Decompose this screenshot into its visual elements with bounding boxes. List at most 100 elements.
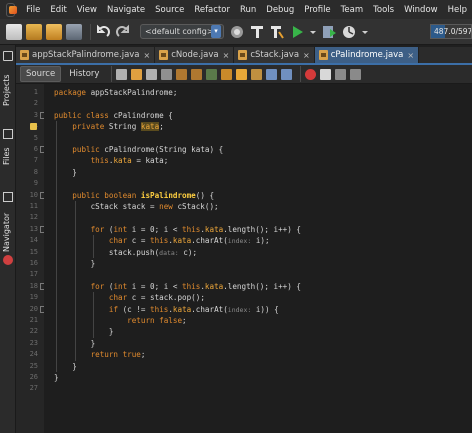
navigator-compass-icon [3, 255, 13, 265]
close-icon[interactable]: × [223, 51, 230, 60]
find-icon[interactable] [161, 68, 173, 80]
run-dropdown-icon[interactable] [309, 24, 317, 40]
highlight-icon[interactable] [221, 68, 233, 80]
find-selection-icon[interactable] [206, 68, 218, 80]
code-token: ; [140, 350, 146, 360]
debug-icon[interactable] [321, 24, 337, 40]
toolbar-separator [300, 66, 302, 82]
toolbar-separator [111, 66, 113, 82]
code-token: new [159, 202, 173, 211]
redo-icon[interactable] [115, 24, 131, 40]
close-icon[interactable]: × [303, 51, 310, 60]
code-token: public [72, 145, 100, 154]
history-view-button[interactable]: History [64, 67, 104, 81]
menu-file[interactable]: File [21, 5, 45, 15]
source-view-button[interactable]: Source [20, 66, 62, 82]
line-number: 5 [33, 133, 38, 142]
menu-team[interactable]: Team [336, 5, 368, 15]
find-next-icon[interactable] [191, 68, 203, 80]
line-number: 21 [29, 316, 38, 324]
shift-right-icon[interactable] [281, 68, 293, 80]
code-token: public boolean [72, 190, 137, 200]
menu-window[interactable]: Window [399, 5, 443, 15]
line-number: 22 [29, 327, 38, 336]
undo-icon[interactable] [95, 24, 111, 40]
code-token: ; [182, 316, 187, 325]
code-token: kata [140, 122, 160, 132]
menu-edit[interactable]: Edit [45, 5, 71, 15]
sidebar-tab-navigator[interactable]: Navigator [0, 190, 16, 270]
hint-bulb-icon[interactable] [30, 123, 37, 131]
build-icon[interactable] [249, 24, 265, 40]
menu-source[interactable]: Source [150, 5, 189, 15]
line-number: 24 [29, 350, 38, 359]
code-token: data: [159, 248, 179, 257]
menu-tools[interactable]: Tools [368, 5, 399, 15]
sidebar-tab-files[interactable]: Files [0, 127, 16, 177]
menu-profile[interactable]: Profile [299, 5, 335, 15]
code-token: index: [227, 305, 252, 314]
tab-cnode[interactable]: cNode.java × [155, 47, 235, 63]
run-icon[interactable] [289, 24, 305, 40]
toggle-bookmark-icon[interactable] [236, 68, 248, 80]
profile-dropdown-icon[interactable] [361, 24, 369, 40]
code-token: cPalindrome(String kata) { [99, 145, 224, 154]
find-previous-icon[interactable] [176, 68, 188, 80]
comment-icon[interactable] [335, 68, 347, 80]
save-all-icon[interactable] [66, 23, 82, 40]
code-token: for [90, 281, 105, 291]
memory-indicator[interactable]: 487.0/597.0 [430, 24, 472, 39]
new-file-icon[interactable] [6, 23, 22, 40]
menu-view[interactable]: View [72, 5, 102, 15]
open-project-icon[interactable] [46, 23, 62, 40]
new-project-icon[interactable] [26, 23, 42, 40]
code-token: kata [113, 156, 132, 166]
code-token: public class [54, 110, 109, 120]
netbeans-app-icon[interactable] [6, 2, 18, 17]
menu-help[interactable]: Help [443, 5, 472, 15]
sidebar-files-label: Files [2, 147, 11, 165]
code-token: () { [195, 190, 215, 200]
menu-run[interactable]: Run [235, 5, 261, 15]
code-token: for [90, 224, 105, 234]
config-select[interactable]: <default config> ▾ [140, 24, 224, 39]
profile-icon[interactable] [341, 24, 357, 40]
shift-left-icon[interactable] [266, 68, 278, 80]
code-line: return true; [54, 349, 146, 360]
stop-macro-icon[interactable] [320, 68, 332, 80]
menu-refactor[interactable]: Refactor [189, 5, 235, 15]
sidebar-tab-projects[interactable]: Projects [0, 49, 16, 109]
menu-navigate[interactable]: Navigate [102, 5, 150, 15]
code-line: } [54, 372, 59, 383]
back-icon[interactable] [131, 68, 143, 80]
code-line: for (int i = 0; i < this.kata.length(); … [54, 281, 301, 292]
navigator-icon [3, 192, 13, 202]
code-token: ; [159, 122, 164, 132]
target-icon[interactable] [229, 24, 245, 40]
next-bookmark-icon[interactable] [251, 68, 263, 80]
tab-cstack[interactable]: cStack.java × [234, 47, 315, 63]
close-icon[interactable]: × [144, 51, 151, 60]
code-token: char [108, 236, 128, 246]
last-edit-icon[interactable] [116, 68, 128, 80]
code-token: if [108, 304, 119, 314]
tab-cpalindrome[interactable]: cPalindrome.java × [314, 47, 420, 63]
forward-icon[interactable] [146, 68, 158, 80]
code-token: char [108, 293, 128, 303]
record-macro-icon[interactable] [305, 68, 317, 80]
code-editor[interactable]: package appStackPalindrome; public class … [44, 84, 472, 433]
code-token: int [113, 224, 128, 234]
close-icon[interactable]: × [407, 51, 414, 60]
code-token: return false [127, 316, 183, 325]
code-token: this [182, 281, 201, 291]
code-token: stack.push( [54, 247, 160, 257]
menu-debug[interactable]: Debug [261, 5, 299, 15]
code-line: if (c != this.kata.charAt(index: i)) { [54, 304, 279, 315]
clean-build-icon[interactable] [269, 24, 285, 40]
tab-appstackpalindrome[interactable]: appStackPalindrome.java × [16, 47, 156, 63]
uncomment-icon[interactable] [350, 68, 362, 80]
